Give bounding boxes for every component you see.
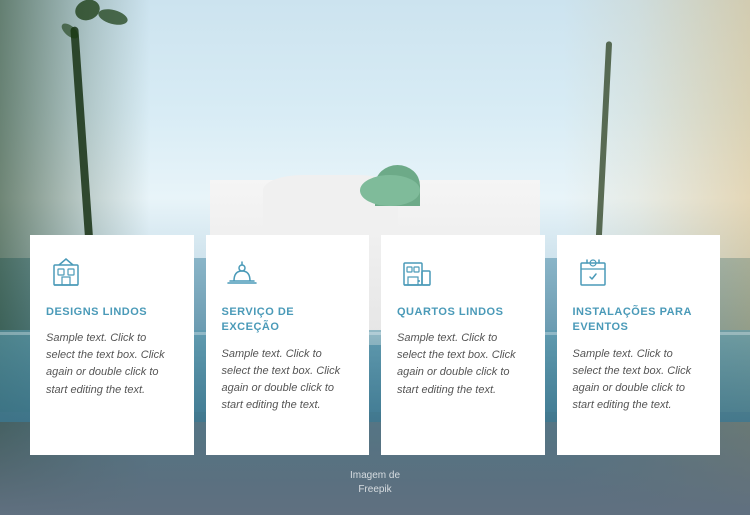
card-quartos[interactable]: QUARTOS LINDOS Sample text. Click to sel… [381,235,545,455]
card-1-text: Sample text. Click to select the text bo… [46,330,178,398]
card-3-text: Sample text. Click to select the text bo… [397,330,529,398]
card-servico[interactable]: SERVIÇO DE EXCEÇÃO Sample text. Click to… [206,235,370,455]
cards-row: DESIGNS LINDOS Sample text. Click to sel… [30,235,720,455]
card-instalacoes[interactable]: INSTALAÇÕES PARA EVENTOS Sample text. Cl… [557,235,721,455]
card-4-text: Sample text. Click to select the text bo… [573,346,705,414]
building-icon [46,253,86,293]
card-4-title: INSTALAÇÕES PARA EVENTOS [573,305,705,336]
card-designs-lindos[interactable]: DESIGNS LINDOS Sample text. Click to sel… [30,235,194,455]
attribution: Imagem de Freepik [350,469,400,497]
card-1-title: DESIGNS LINDOS [46,305,178,320]
card-2-text: Sample text. Click to select the text bo… [222,346,354,414]
attribution-line2: Freepik [350,483,400,497]
card-3-title: QUARTOS LINDOS [397,305,529,320]
events-icon [573,253,613,293]
service-icon [222,253,262,293]
room-icon [397,253,437,293]
hero-container: DESIGNS LINDOS Sample text. Click to sel… [0,0,750,515]
card-2-title: SERVIÇO DE EXCEÇÃO [222,305,354,336]
attribution-line1: Imagem de [350,469,400,483]
